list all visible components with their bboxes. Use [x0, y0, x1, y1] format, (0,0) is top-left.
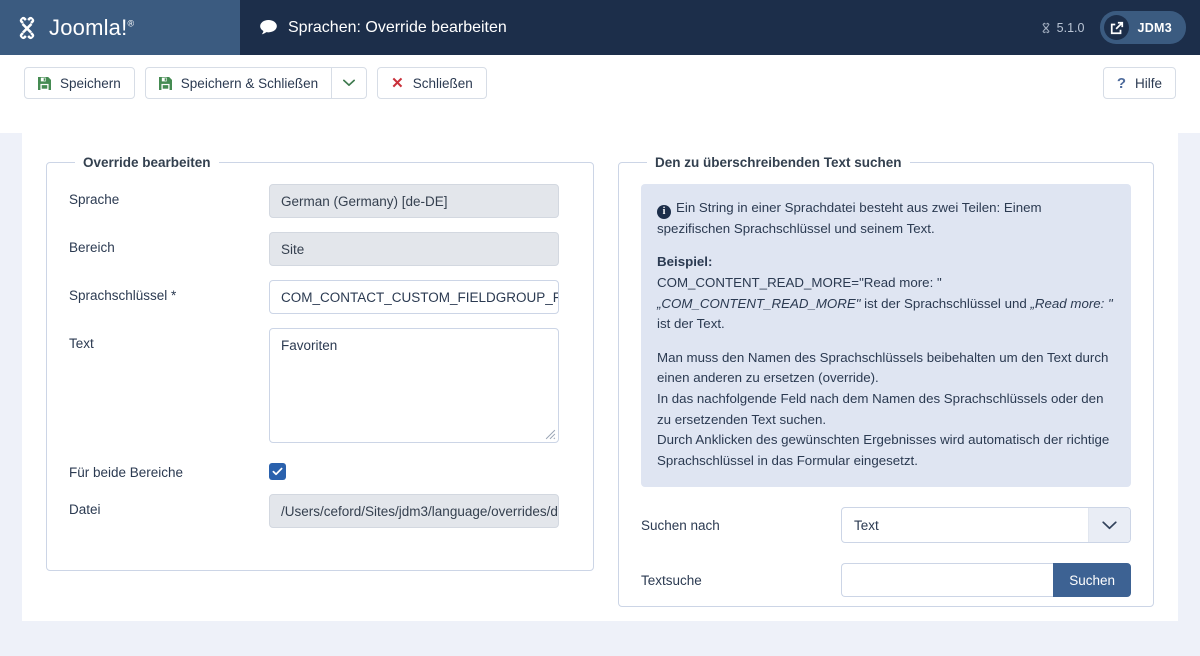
info-line-1: iEin String in einer Sprachdatei besteht… — [657, 198, 1115, 239]
content-card: Override bearbeiten Sprache German (Germ… — [22, 133, 1178, 621]
help-button[interactable]: ? Hilfe — [1103, 67, 1176, 99]
search-for-select[interactable]: Text — [841, 507, 1131, 543]
language-label: Sprache — [69, 184, 269, 207]
page-title: Sprachen: Override bearbeiten — [288, 19, 507, 37]
info-paragraph-3: Durch Anklicken des gewünschten Ergebnis… — [657, 430, 1115, 471]
version-number: 5.1.0 — [1057, 21, 1085, 35]
joomla-logo-icon — [14, 15, 40, 41]
toolbar-right-group: ? Hilfe — [1103, 67, 1176, 99]
save-button[interactable]: Speichern — [24, 67, 135, 99]
save-icon — [38, 77, 51, 90]
text-textarea[interactable]: Favoriten — [269, 328, 559, 443]
joomla-small-icon — [1040, 22, 1052, 34]
toolbar: Speichern Speichern & Schließen ✕ — [0, 55, 1200, 111]
info-spacer-2 — [657, 335, 1115, 348]
save-icon — [159, 77, 172, 90]
info-line-1-text: Ein String in einer Sprachdatei besteht … — [657, 200, 1042, 236]
field-row-scope: Bereich Site — [69, 232, 571, 266]
save-and-close-button[interactable]: Speichern & Schließen — [145, 67, 331, 99]
chevron-down-icon — [343, 79, 355, 87]
text-search-input[interactable] — [841, 563, 1053, 597]
info-box: iEin String in einer Sprachdatei besteht… — [641, 184, 1131, 487]
language-field: German (Germany) [de-DE] — [269, 184, 559, 218]
example-value: „Read more: " — [1030, 296, 1112, 311]
resize-handle-icon[interactable] — [545, 429, 556, 440]
save-close-group: Speichern & Schließen — [145, 67, 367, 99]
text-label: Text — [69, 328, 269, 351]
joomla-logo: Joomla!® — [14, 15, 134, 41]
field-row-both-scopes: Für beide Bereiche — [69, 457, 571, 480]
field-row-text: Text Favoriten — [69, 328, 571, 443]
both-scopes-control — [269, 457, 571, 480]
example-line-1: COM_CONTENT_READ_MORE="Read more: " — [657, 273, 1115, 294]
external-link-icon — [1110, 21, 1124, 35]
save-and-close-button-label: Speichern & Schließen — [181, 76, 318, 91]
search-button[interactable]: Suchen — [1053, 563, 1131, 597]
search-for-selected-value: Text — [842, 518, 1088, 533]
edit-override-panel: Override bearbeiten Sprache German (Germ… — [46, 155, 594, 571]
close-icon: ✕ — [391, 76, 404, 91]
example-end: ist der Text. — [657, 316, 725, 331]
version-indicator: 5.1.0 — [1040, 21, 1085, 35]
text-control: Favoriten — [269, 328, 571, 443]
top-header: Joomla!® Sprachen: Override bearbeiten 5… — [0, 0, 1200, 55]
search-for-row: Suchen nach Text — [641, 507, 1131, 543]
example-heading: Beispiel: — [657, 252, 1115, 273]
scope-label: Bereich — [69, 232, 269, 255]
file-control: /Users/ceford/Sites/jdm3/language/overri… — [269, 494, 571, 528]
text-search-label: Textsuche — [641, 573, 841, 588]
text-textarea-value: Favoriten — [281, 338, 337, 353]
file-field: /Users/ceford/Sites/jdm3/language/overri… — [269, 494, 559, 528]
scope-field: Site — [269, 232, 559, 266]
file-label: Datei — [69, 494, 269, 517]
field-row-file: Datei /Users/ceford/Sites/jdm3/language/… — [69, 494, 571, 528]
close-button[interactable]: ✕ Schließen — [377, 67, 487, 99]
info-icon: i — [657, 205, 671, 219]
speech-bubble-icon — [260, 20, 277, 35]
save-options-dropdown-button[interactable] — [331, 67, 367, 99]
scope-control: Site — [269, 232, 571, 266]
save-button-label: Speichern — [60, 76, 121, 91]
both-scopes-checkbox[interactable] — [269, 463, 286, 480]
search-text-panel: Den zu überschreibenden Text suchen iEin… — [618, 155, 1154, 607]
example-mid: ist der Sprachschlüssel und — [860, 296, 1030, 311]
text-search-group: Suchen — [841, 563, 1131, 597]
info-paragraph-2: In das nachfolgende Feld nach dem Namen … — [657, 389, 1115, 430]
info-spacer — [657, 239, 1115, 252]
user-name: JDM3 — [1137, 21, 1172, 35]
select-chevron-button[interactable] — [1088, 508, 1130, 542]
brand-trademark: ® — [127, 18, 134, 28]
help-button-label: Hilfe — [1135, 76, 1162, 91]
page-title-bar: Sprachen: Override bearbeiten — [240, 0, 1040, 55]
example-line-2: „COM_CONTENT_READ_MORE" ist der Sprachsc… — [657, 294, 1115, 335]
language-key-control: COM_CONTACT_CUSTOM_FIELDGROUP_FAVOURITES — [269, 280, 571, 314]
language-key-input[interactable]: COM_CONTACT_CUSTOM_FIELDGROUP_FAVOURITES — [269, 280, 559, 314]
text-search-row: Textsuche Suchen — [641, 563, 1131, 597]
check-icon — [272, 466, 283, 477]
chevron-down-icon — [1102, 521, 1117, 530]
close-button-label: Schließen — [413, 76, 473, 91]
brand-area[interactable]: Joomla!® — [0, 0, 240, 55]
avatar — [1104, 15, 1129, 40]
both-scopes-label: Für beide Bereiche — [69, 457, 269, 480]
language-control: German (Germany) [de-DE] — [269, 184, 571, 218]
question-mark-icon: ? — [1117, 76, 1126, 91]
user-menu-button[interactable]: JDM3 — [1100, 11, 1186, 44]
toolbar-left-group: Speichern Speichern & Schließen ✕ — [24, 67, 487, 99]
search-for-label: Suchen nach — [641, 518, 841, 533]
field-row-language-key: Sprachschlüssel * COM_CONTACT_CUSTOM_FIE… — [69, 280, 571, 314]
header-right-area: 5.1.0 JDM3 — [1040, 0, 1200, 55]
field-row-language: Sprache German (Germany) [de-DE] — [69, 184, 571, 218]
language-key-label: Sprachschlüssel * — [69, 280, 269, 303]
search-text-legend: Den zu überschreibenden Text suchen — [647, 155, 910, 170]
info-paragraph-1: Man muss den Namen des Sprachschlüssels … — [657, 348, 1115, 389]
page-body: Override bearbeiten Sprache German (Germ… — [0, 133, 1200, 656]
edit-override-legend: Override bearbeiten — [75, 155, 219, 170]
brand-name: Joomla!® — [49, 15, 134, 41]
example-key: „COM_CONTENT_READ_MORE" — [657, 296, 860, 311]
